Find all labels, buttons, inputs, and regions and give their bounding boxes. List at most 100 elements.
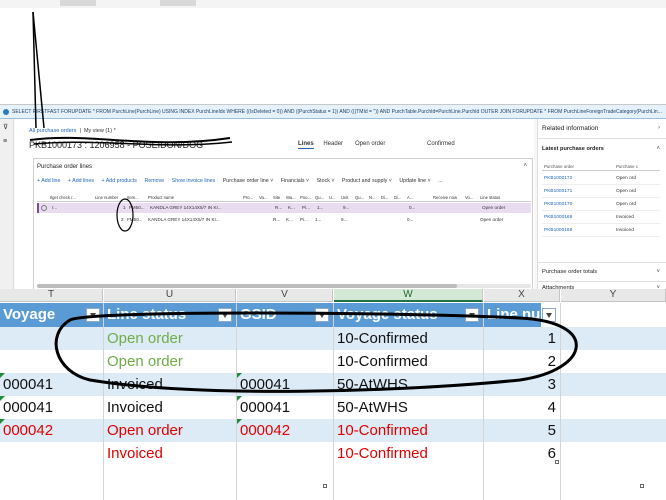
po-link[interactable]: PKB1000171 (544, 189, 572, 194)
list-item[interactable]: PKB1000169 Invoiced (542, 212, 660, 224)
resize-handle[interactable] (640, 484, 644, 488)
col-header[interactable]: Unit (341, 195, 348, 200)
list-item[interactable]: PKB1000172 Open ord (542, 173, 660, 185)
po-link[interactable]: PKB1000169 (544, 215, 572, 220)
cell-voyage-status[interactable]: 50-AtWHS (334, 373, 484, 396)
col-header[interactable]: Poo... (300, 195, 311, 200)
add-line-button[interactable]: + Add line (37, 178, 60, 184)
list-item[interactable]: PKB1000170 Open ord (542, 199, 660, 211)
cell-voyage-status[interactable]: 10-Confirmed (334, 350, 484, 373)
cell-voyage-status[interactable]: 10-Confirmed (334, 327, 484, 350)
remove-button[interactable]: Remove (144, 178, 164, 184)
col-header[interactable]: Wa... (286, 195, 296, 200)
cell[interactable]: FM50... (129, 205, 145, 210)
add-products-button[interactable]: + Add products (101, 178, 137, 184)
col-header[interactable]: Di... (394, 195, 401, 200)
column-header-v[interactable]: V (237, 289, 333, 302)
column-header-x[interactable]: X (484, 289, 560, 302)
cell-line-number[interactable]: 2 (484, 350, 560, 373)
col-header[interactable]: Qu... (355, 195, 364, 200)
fill-handle[interactable] (555, 460, 559, 464)
cell[interactable]: FM50... (127, 217, 143, 222)
col-header[interactable]: Vo... (465, 195, 473, 200)
financials-menu[interactable]: Financials ˅ (281, 178, 309, 184)
col-header[interactable]: Ilget check r... (50, 195, 76, 200)
cell-voyage-status[interactable]: 50-AtWHS (334, 396, 484, 419)
breadcrumb-link[interactable]: All purchase orders (29, 128, 76, 134)
cell-gsid[interactable]: 000041 (237, 396, 334, 419)
col-header[interactable]: Site (273, 195, 280, 200)
column-header-y[interactable]: Y (561, 289, 666, 302)
po-link[interactable]: PKB1000172 (544, 176, 572, 181)
column-header-u[interactable]: U (104, 289, 236, 302)
col-header[interactable]: Receive now (433, 195, 457, 200)
tab-header[interactable]: Header (323, 141, 343, 147)
cell-voyage-status[interactable]: 10-Confirmed (334, 442, 484, 465)
chevron-down-icon[interactable]: ˅ (656, 269, 660, 275)
cell-line-status[interactable]: Open order (104, 419, 237, 442)
cell-line-number[interactable]: 3 (484, 373, 560, 396)
cell-line-number[interactable]: 6 (484, 442, 560, 465)
resize-handle[interactable] (323, 484, 327, 488)
cell-line-status[interactable]: Invoiced (104, 442, 237, 465)
menu-icon[interactable]: ≡ (3, 138, 11, 145)
column-header-t[interactable]: T (0, 289, 103, 302)
stock-menu[interactable]: Stock ˅ (317, 178, 335, 184)
cell-voyage[interactable]: 000042 (0, 419, 104, 442)
cell-voyage[interactable] (0, 350, 104, 373)
purchase-order-line-menu[interactable]: Purchase order line ˅ (223, 178, 274, 184)
col-header[interactable]: Line status (480, 195, 500, 200)
cell-gsid[interactable] (237, 327, 334, 350)
col-header[interactable]: Di... (381, 195, 388, 200)
cell-line-number[interactable]: 1 (484, 327, 560, 350)
filter-dropdown-icon[interactable] (315, 308, 329, 322)
column-header-w[interactable]: W (334, 289, 483, 302)
col-header[interactable]: Pro... (243, 195, 253, 200)
col-header[interactable]: Product name (148, 195, 174, 200)
purchase-totals-section[interactable]: Purchase order totals (542, 269, 597, 275)
filter-dropdown-icon[interactable] (86, 308, 100, 322)
add-lines-button[interactable]: + Add lines (68, 178, 94, 184)
cell-line-number[interactable]: 4 (484, 396, 560, 419)
filter-icon[interactable]: ⊽ (3, 124, 11, 131)
cell-line-status[interactable]: Open order (104, 327, 237, 350)
cell-line-status[interactable]: Open order (104, 350, 237, 373)
list-item[interactable]: PKB1000168 Invoiced (542, 225, 660, 237)
col-header[interactable]: Line number (95, 195, 118, 200)
col-header[interactable]: Qu... (315, 195, 324, 200)
filter-dropdown-icon[interactable] (218, 308, 232, 322)
tab-lines[interactable]: Lines (298, 141, 314, 149)
more-menu[interactable]: ... (438, 178, 442, 184)
horizontal-scrollbar[interactable] (37, 284, 531, 288)
list-item[interactable]: PKB1000171 Open ord (542, 186, 660, 198)
filter-dropdown-icon[interactable] (542, 308, 556, 322)
show-invoice-lines-button[interactable]: Show invoice lines (172, 178, 216, 184)
cell-gsid[interactable] (237, 442, 334, 465)
table-row[interactable]: 2 FM50... KANDLA GREY 14X14X5/7 IN KI...… (37, 215, 531, 225)
po-link[interactable]: PKB1000168 (544, 228, 572, 233)
cell-voyage[interactable] (0, 442, 104, 465)
cell-voyage[interactable]: 000041 (0, 373, 104, 396)
chevron-up-icon[interactable]: ˄ (656, 146, 660, 152)
cell-gsid[interactable]: 000042 (237, 419, 334, 442)
chevron-right-icon[interactable]: › (658, 125, 660, 131)
col-header[interactable]: N... (369, 195, 376, 200)
update-line-menu[interactable]: Update line ˅ (399, 178, 430, 184)
filter-dropdown-icon[interactable] (465, 308, 479, 322)
col-header[interactable]: Purchase c (616, 164, 638, 169)
product-supply-menu[interactable]: Product and supply ˅ (342, 178, 392, 184)
col-header[interactable]: Item... (127, 195, 139, 200)
cell-line-number[interactable]: 5 (484, 419, 560, 442)
cell-voyage[interactable]: 000041 (0, 396, 104, 419)
cell-line-status[interactable]: Invoiced (104, 373, 237, 396)
row-radio[interactable] (41, 205, 47, 211)
table-row[interactable]: r... 1 FM50... KANDLA GREY 14X14X5/7 IN … (37, 203, 531, 213)
po-link[interactable]: PKB1000170 (544, 202, 572, 207)
cell-gsid[interactable] (237, 350, 334, 373)
col-header[interactable]: A... (407, 195, 413, 200)
cell-gsid[interactable]: 000041 (237, 373, 334, 396)
col-header[interactable]: Va... (259, 195, 267, 200)
cell-voyage-status[interactable]: 10-Confirmed (334, 419, 484, 442)
view-selector[interactable]: My view (1) * (84, 128, 116, 134)
col-header[interactable]: U... (329, 195, 336, 200)
